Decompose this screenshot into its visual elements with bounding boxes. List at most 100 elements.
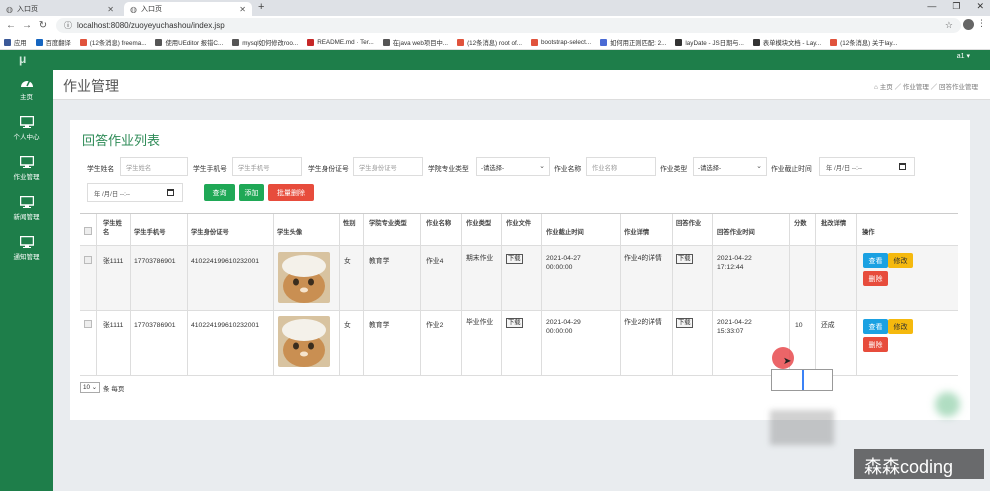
col-divider [856, 214, 857, 376]
address-bar-row: ← → ↻ ⓘ localhost:8080/zuoyeyuchashou/in… [0, 16, 990, 35]
bookmark-item[interactable]: 应用 [4, 38, 27, 47]
deadline-to-input[interactable]: 年 /月/日 --:-- [87, 183, 183, 202]
major-select[interactable]: -请选择- ⌄ [476, 157, 550, 176]
cell-gender: 女 [344, 322, 351, 329]
bookmark-favicon-icon [675, 38, 683, 46]
back-icon[interactable]: ← [6, 20, 16, 31]
delete-button[interactable]: 删除 [863, 337, 888, 352]
student-phone-label: 学生手机号 [193, 166, 227, 173]
minimize-icon[interactable]: — [927, 1, 936, 12]
bookmark-item[interactable]: README.md · Ter... [307, 38, 374, 46]
sidebar-item-label: 主页 [20, 94, 33, 101]
forward-icon[interactable]: → [22, 20, 32, 31]
header-deadline: 作业截止时间 [546, 229, 584, 236]
student-id-input[interactable]: 学生身份证号 [353, 157, 423, 176]
answer-download-button[interactable]: 下载 [676, 318, 693, 328]
chevron-down-icon: ⌄ [539, 163, 545, 170]
homework-name-label: 作业名称 [554, 166, 582, 173]
browser-tab-1[interactable]: ◍ 入口页 ✕ [0, 2, 120, 16]
row-divider [80, 310, 958, 311]
bookmark-item[interactable]: mysql如何修改roo... [232, 38, 298, 47]
sidebar-item-profile[interactable]: 个人中心 [0, 116, 53, 141]
tab-title: 入口页 [16, 6, 38, 13]
answer-download-button[interactable]: 下载 [676, 254, 693, 264]
monitor-icon [19, 196, 34, 208]
sidebar-item-label: 个人中心 [13, 134, 40, 141]
close-icon[interactable]: ✕ [239, 5, 246, 14]
homework-name-input[interactable]: 作业名称 [586, 157, 656, 176]
floating-input-box[interactable] [771, 369, 833, 391]
student-phone-input[interactable]: 学生手机号 [232, 157, 302, 176]
sidebar-item-news[interactable]: 新闻管理 [0, 196, 53, 221]
header-detail: 作业详情 [624, 229, 650, 236]
breadcrumb-text[interactable]: 主页 ／ 作业管理 ／ 回答作业管理 [880, 84, 978, 91]
reload-icon[interactable]: ↻ [38, 20, 48, 31]
row-checkbox[interactable] [84, 256, 92, 264]
bookmark-label: (12条消息) 关于lay... [840, 39, 898, 47]
header-student-phone: 学生手机号 [134, 229, 166, 236]
main-content: 作业管理 ⌂ 主页 ／ 作业管理 ／ 回答作业管理 回答作业列表 学生姓名 学生… [53, 70, 990, 491]
bookmark-item[interactable]: layDate - JS日期与... [675, 38, 744, 47]
close-window-icon[interactable]: ✕ [976, 1, 984, 12]
bookmark-item[interactable]: 在java web项目中... [382, 38, 448, 47]
bookmark-item[interactable]: 百度翻译 [35, 38, 71, 47]
student-name-input[interactable]: 学生姓名 [120, 157, 188, 176]
bookmark-favicon-icon [232, 38, 240, 46]
row-divider [80, 245, 958, 246]
edit-button[interactable]: 修改 [888, 319, 913, 334]
cell-student-phone: 17703786901 [134, 322, 176, 329]
homework-type-select[interactable]: -请选择- ⌄ [693, 157, 767, 176]
url-field[interactable]: ⓘ localhost:8080/zuoyeyuchashou/index.js… [56, 18, 961, 33]
profile-avatar-icon[interactable] [963, 19, 974, 30]
bookmark-item[interactable]: 如何用正则匹配: 2... [600, 38, 666, 47]
browser-menu-icon[interactable]: ⋮ [977, 18, 986, 29]
header-homework-file: 作业文件 [506, 220, 532, 227]
bookmark-item[interactable]: (12条消息) 关于lay... [830, 38, 897, 47]
bookmark-favicon-icon [307, 38, 315, 46]
cat-avatar-icon [278, 252, 330, 303]
view-button[interactable]: 查看 [863, 319, 888, 334]
batch-delete-button[interactable]: 批量删除 [268, 184, 314, 201]
bookmark-item[interactable]: 使用UEditor 报错C... [155, 38, 223, 47]
page-size-control: 10 ⌄ 条 每页 [80, 382, 124, 393]
search-button[interactable]: 查询 [204, 184, 235, 201]
col-divider [712, 214, 713, 376]
dashboard-icon [20, 79, 33, 87]
bookmark-favicon-icon [155, 38, 163, 46]
page-size-select[interactable]: 10 ⌄ [80, 382, 101, 393]
sidebar-item-notice[interactable]: 通知管理 [0, 236, 53, 261]
bookmark-star-icon[interactable]: ☆ [945, 20, 953, 31]
cell-homework-name: 作业2 [426, 322, 444, 329]
watermark: 森森coding [854, 449, 984, 479]
edit-button[interactable]: 修改 [888, 253, 913, 268]
header-answer: 回答作业 [676, 220, 702, 227]
user-menu[interactable]: a1 ▾ [957, 52, 970, 60]
bookmark-favicon-icon [830, 38, 838, 46]
sidebar-item-home[interactable]: 主页 [0, 76, 53, 101]
close-icon[interactable]: ✕ [107, 5, 114, 14]
row-checkbox[interactable] [84, 320, 92, 328]
calendar-icon[interactable] [167, 189, 174, 196]
page-size-value: 10 [83, 384, 91, 391]
col-divider [815, 214, 816, 376]
deadline-from-input[interactable]: 年 /月/日 --:-- [819, 157, 915, 176]
calendar-icon[interactable] [899, 163, 906, 170]
browser-tab-2[interactable]: ◍ 入口页 ✕ [124, 2, 252, 16]
file-download-button[interactable]: 下载 [506, 318, 523, 328]
monitor-icon [19, 236, 34, 248]
restore-icon[interactable]: ❐ [952, 1, 960, 12]
bookmark-item[interactable]: (12条消息) freema... [79, 38, 146, 47]
bookmark-item[interactable]: (12条消息) root of... [457, 38, 522, 47]
header-score: 分数 [794, 220, 807, 227]
new-tab-button[interactable]: + [258, 1, 264, 13]
select-all-checkbox[interactable] [84, 227, 92, 235]
add-button[interactable]: 添加 [239, 184, 264, 201]
file-download-button[interactable]: 下载 [506, 254, 523, 264]
bookmark-item[interactable]: bootstrap-select... [531, 38, 591, 46]
bookmark-favicon-icon [35, 38, 43, 46]
major-label: 学院专业类型 [428, 166, 469, 173]
sidebar-item-homework[interactable]: 作业管理 [0, 156, 53, 181]
bookmark-item[interactable]: 表单模块文档 - Lay... [752, 38, 821, 47]
delete-button[interactable]: 删除 [863, 271, 888, 286]
view-button[interactable]: 查看 [863, 253, 888, 268]
